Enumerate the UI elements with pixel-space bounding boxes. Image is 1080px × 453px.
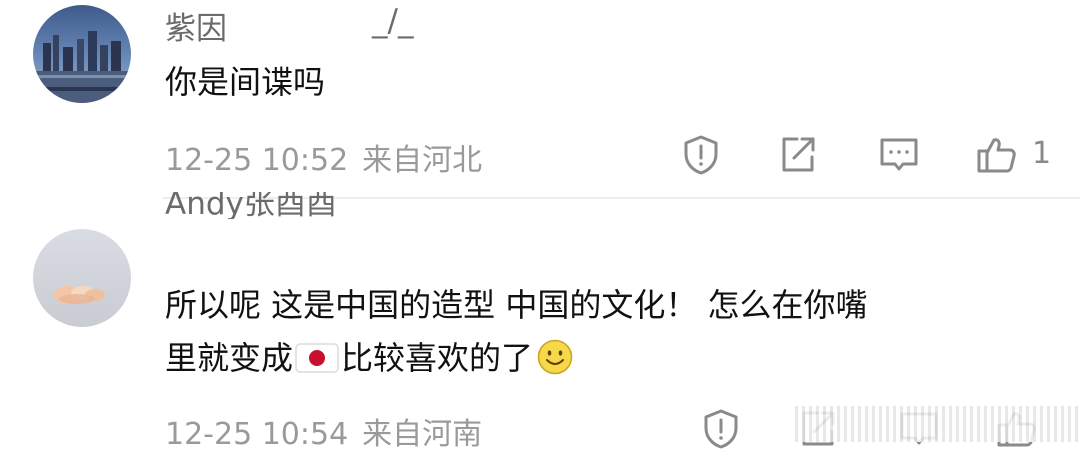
username[interactable]: 紫因 xyxy=(165,3,227,48)
comment-text-line: 所以呢 这是中国的造型 中国的文化！ 怎么在你嘴 xyxy=(165,286,868,324)
username-redaction xyxy=(228,4,368,40)
report-icon[interactable] xyxy=(678,132,724,178)
timestamp: 12-25 10:52 xyxy=(165,143,349,178)
comment-meta: 12-25 10:52 来自河北 xyxy=(165,135,496,179)
watermark xyxy=(795,406,1080,442)
japan-flag-icon xyxy=(295,336,339,373)
username-tail: _/_ xyxy=(372,3,414,39)
report-icon[interactable] xyxy=(698,406,744,452)
comment-meta: 12-25 10:54 来自河南 xyxy=(165,409,496,453)
location: 来自河北 xyxy=(362,143,483,178)
like-count: 1 xyxy=(1032,136,1052,171)
comment-item[interactable]: 紫因 _/_ 你是间谍吗 12-25 10:52 来自河北 1 xyxy=(0,0,1080,198)
reply-icon[interactable] xyxy=(876,132,922,178)
username[interactable]: Andy张酉酉 xyxy=(165,192,337,219)
comment-text-line: 里就变成 比较喜欢的了 xyxy=(165,332,1045,385)
comment-text: 所以呢 这是中国的造型 中国的文化！ 怎么在你嘴 里就变成 比较喜欢的了 xyxy=(165,279,1045,385)
avatar[interactable] xyxy=(33,5,131,103)
avatar[interactable] xyxy=(33,229,131,327)
share-icon[interactable] xyxy=(775,132,821,178)
like-icon[interactable] xyxy=(974,132,1020,178)
smile-emoji-icon xyxy=(537,338,573,375)
timestamp: 12-25 10:54 xyxy=(165,417,349,452)
location: 来自河南 xyxy=(362,417,483,452)
comment-text: 你是间谍吗 xyxy=(165,63,326,101)
